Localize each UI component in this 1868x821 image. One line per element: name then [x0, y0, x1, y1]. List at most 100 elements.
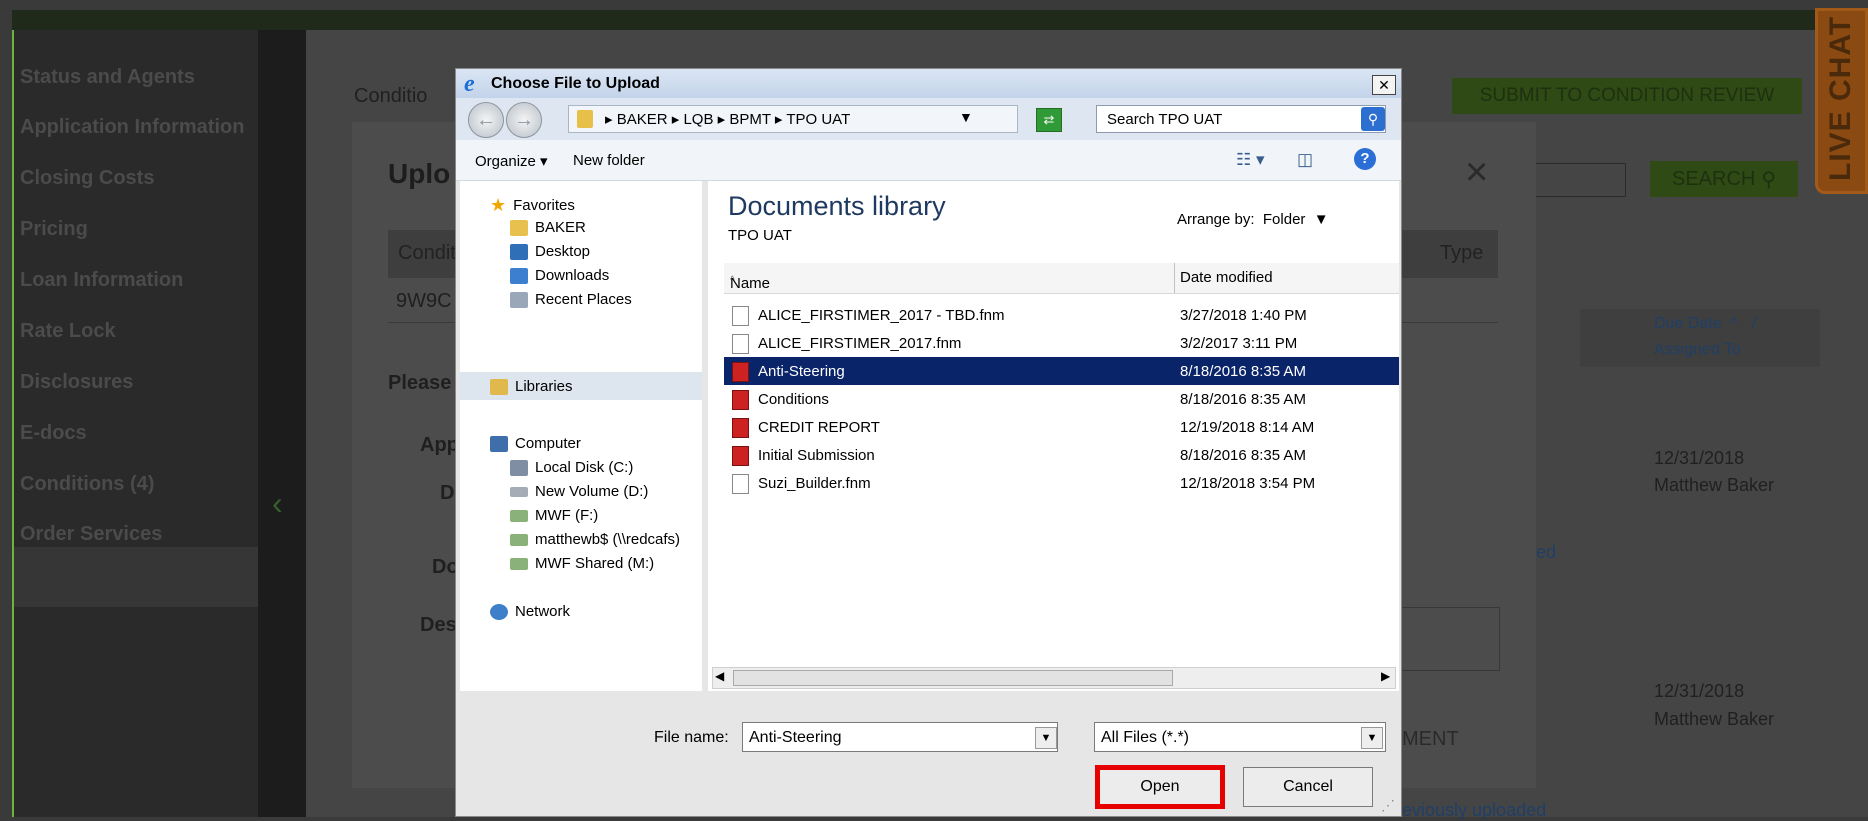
nav-drive-matthewb[interactable]: matthewb$ (\\redcafs) [510, 531, 680, 548]
back-button[interactable]: ← [468, 102, 504, 138]
file-row[interactable]: ALICE_FIRSTIMER_2017.fnm 3/2/2017 3:11 P… [724, 329, 1399, 357]
network-drive-icon [510, 533, 528, 546]
sidebar-item-pricing[interactable]: Pricing [20, 218, 88, 241]
forward-button[interactable]: → [506, 102, 542, 138]
row-link[interactable]: ed [1536, 542, 1556, 563]
breadcrumb-item[interactable]: BAKER [617, 111, 668, 128]
sidebar-item-closing-costs[interactable]: Closing Costs [20, 167, 154, 190]
page-title: Conditio [354, 85, 428, 107]
desktop-icon [510, 243, 528, 260]
pdf-icon [732, 418, 749, 438]
nav-computer[interactable]: Computer [490, 435, 581, 452]
cancel-button[interactable]: Cancel [1243, 767, 1373, 807]
pdf-icon [732, 446, 749, 466]
search-button[interactable]: SEARCH ⚲ [1650, 161, 1798, 197]
breadcrumb-item[interactable]: TPO UAT [786, 111, 850, 128]
nav-drive-d[interactable]: New Volume (D:) [510, 483, 648, 500]
network-icon [490, 603, 508, 620]
nav-label: New Volume (D:) [535, 483, 649, 500]
nav-label: Favorites [513, 197, 575, 214]
chevron-down-icon[interactable]: ▼ [1035, 727, 1057, 749]
dialog-title-bar[interactable]: e Choose File to Upload ✕ [456, 69, 1401, 98]
computer-icon [490, 435, 508, 452]
chevron-down-icon[interactable]: ▼ [959, 109, 973, 125]
file-row[interactable]: Conditions 8/18/2016 8:35 AM [724, 385, 1399, 413]
live-chat-tab[interactable]: LIVE CHAT [1815, 8, 1868, 194]
file-name-input[interactable]: Anti-Steering ▼ [742, 722, 1058, 752]
sidebar-item-status-and-agents[interactable]: Status and Agents [20, 66, 195, 89]
file-row[interactable]: ALICE_FIRSTIMER_2017 - TBD.fnm 3/27/2018… [724, 301, 1399, 329]
sidebar-item-order-services[interactable]: Order Services [20, 523, 162, 546]
nav-item-baker[interactable]: BAKER [510, 219, 586, 236]
sidebar-item-e-docs[interactable]: E-docs [20, 422, 87, 445]
close-button[interactable]: ✕ [1372, 75, 1396, 95]
scroll-right-icon[interactable]: ▶ [1381, 669, 1390, 683]
file-name: Suzi_Builder.fnm [758, 475, 871, 492]
column-separator[interactable] [1174, 263, 1175, 293]
row-due-date: 12/31/2018 [1654, 448, 1745, 468]
sidebar-item-conditions[interactable]: Conditions (4) [20, 473, 154, 496]
nav-item-recent-places[interactable]: Recent Places [510, 291, 632, 308]
previously-uploaded-link[interactable]: eviously uploaded [1402, 800, 1546, 821]
close-icon[interactable]: × [1465, 150, 1488, 195]
column-date-modified[interactable]: Date modified [1180, 269, 1273, 286]
scroll-left-icon[interactable]: ◀ [715, 669, 724, 683]
nav-libraries[interactable]: Libraries [490, 378, 573, 395]
search-box[interactable]: Search TPO UAT ⚲ [1096, 105, 1386, 133]
upload-document-button[interactable]: MENT [1402, 728, 1459, 751]
nav-network[interactable]: Network [490, 603, 570, 620]
help-icon[interactable]: ? [1354, 148, 1376, 170]
breadcrumb: ▸ BAKER ▸ LQB ▸ BPMT ▸ TPO UAT [605, 110, 850, 128]
breadcrumb-arrow-icon: ▸ [605, 111, 617, 128]
search-icon: ⚲ [1761, 168, 1776, 191]
document-icon [732, 474, 749, 494]
submit-to-condition-review-button[interactable]: SUBMIT TO CONDITION REVIEW [1452, 78, 1802, 114]
nav-label: Network [515, 603, 571, 620]
navigation-bar: ← → ▸ BAKER ▸ LQB ▸ BPMT ▸ TPO UAT ▼ ⇄ S… [456, 98, 1401, 140]
file-row[interactable]: CREDIT REPORT 12/19/2018 8:14 AM [724, 413, 1399, 441]
dialog-title: Choose File to Upload [491, 75, 660, 92]
new-folder-button[interactable]: New folder [573, 152, 645, 169]
ie-logo-icon: e [464, 71, 475, 97]
file-name-label: File name: [654, 729, 729, 746]
file-type-select[interactable]: All Files (*.*) ▼ [1094, 722, 1386, 752]
chevron-left-icon[interactable]: ‹ [272, 485, 283, 522]
refresh-icon[interactable]: ⇄ [1036, 108, 1062, 132]
breadcrumb-item[interactable]: BPMT [729, 111, 770, 128]
chevron-down-icon[interactable]: ▼ [1361, 727, 1383, 749]
breadcrumb-arrow-icon: ▸ [717, 111, 730, 128]
nav-label: Downloads [535, 267, 610, 284]
search-icon[interactable]: ⚲ [1361, 107, 1385, 131]
scrollbar-thumb[interactable] [733, 670, 1173, 686]
address-bar[interactable]: ▸ BAKER ▸ LQB ▸ BPMT ▸ TPO UAT ▼ [568, 105, 1018, 133]
horizontal-scrollbar[interactable]: ◀ ▶ [712, 667, 1396, 689]
folder-icon [577, 110, 593, 128]
recent-places-icon [510, 291, 528, 308]
view-options-icon[interactable]: ☷ ▾ [1236, 150, 1265, 170]
organize-menu[interactable]: Organize ▾ [475, 152, 548, 170]
file-row[interactable]: Initial Submission 8/18/2016 8:35 AM [724, 441, 1399, 469]
drive-icon [510, 486, 528, 497]
nav-drive-m[interactable]: MWF Shared (M:) [510, 555, 654, 572]
open-button[interactable]: Open [1095, 765, 1225, 809]
file-list-pane: Documents library TPO UAT Arrange by: Fo… [708, 181, 1399, 691]
file-row-selected[interactable]: Anti-Steering 8/18/2016 8:35 AM [724, 357, 1399, 385]
nav-item-downloads[interactable]: Downloads [510, 267, 609, 284]
file-row[interactable]: Suzi_Builder.fnm 12/18/2018 3:54 PM [724, 469, 1399, 497]
nav-label: Recent Places [535, 291, 632, 308]
resize-grip-icon[interactable]: ⋰ [1381, 797, 1395, 814]
sidebar-item-disclosures[interactable]: Disclosures [20, 371, 133, 394]
sidebar-item-application-information[interactable]: Application Information [20, 116, 244, 139]
preview-pane-icon[interactable]: ◫ [1297, 150, 1313, 170]
nav-item-desktop[interactable]: Desktop [510, 243, 590, 260]
nav-favorites[interactable]: ★ Favorites [490, 195, 575, 216]
breadcrumb-item[interactable]: LQB [683, 111, 713, 128]
arrange-by[interactable]: Arrange by: Folder ▼ [1177, 211, 1329, 228]
sidebar-item-rate-lock[interactable]: Rate Lock [20, 320, 116, 343]
nav-drive-c[interactable]: Local Disk (C:) [510, 459, 633, 476]
due-date-column-header[interactable]: Due Date ^ / Assigned To [1580, 309, 1820, 367]
pdf-icon [732, 390, 749, 410]
sidebar-item-loan-information[interactable]: Loan Information [20, 269, 183, 292]
nav-drive-f[interactable]: MWF (F:) [510, 507, 598, 524]
organize-label: Organize [475, 153, 536, 170]
